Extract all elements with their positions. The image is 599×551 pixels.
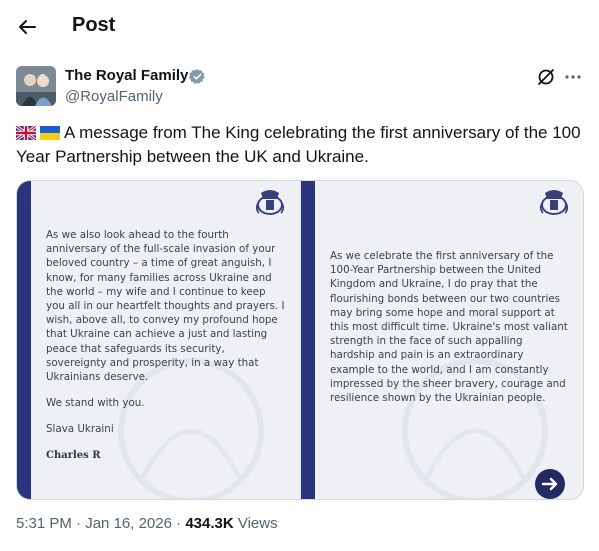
arrow-left-icon [19, 20, 36, 34]
post-meta: 5:31 PM · Jan 16, 2026 · 434.3K Views [16, 515, 278, 532]
more-options-button[interactable] [562, 66, 584, 88]
top-bar: Post [0, 0, 599, 54]
letter-stripe [301, 181, 315, 499]
grok-icon [538, 69, 554, 85]
post-time[interactable]: 5:31 PM [16, 515, 72, 532]
page-title: Post [72, 14, 116, 36]
views-label: Views [237, 515, 278, 532]
uk-flag-icon [16, 126, 36, 140]
letter-text-left: As we also look ahead to the fourth anni… [46, 228, 286, 475]
views-count: 434.3K [185, 515, 234, 532]
letter-paragraph: As we also look ahead to the fourth anni… [46, 229, 285, 384]
tweet-text: A message from The King celebrating the … [16, 121, 588, 169]
arrow-right-icon [541, 477, 558, 491]
meta-separator: · [176, 515, 182, 532]
letter-image-left[interactable]: As we also look ahead to the fourth anni… [17, 181, 299, 499]
letter-signature: Charles R [46, 449, 101, 461]
back-button[interactable] [12, 12, 42, 42]
media-gallery[interactable]: As we also look ahead to the fourth anni… [16, 180, 584, 500]
royal-crest-icon [539, 190, 569, 215]
ukraine-flag-icon [40, 126, 60, 140]
post-date[interactable]: Jan 16, 2026 [85, 515, 172, 532]
verified-badge-icon [189, 69, 205, 84]
more-dots-icon [565, 75, 581, 79]
letter-paragraph: Slava Ukraini [46, 423, 114, 436]
meta-separator: · [76, 515, 82, 532]
author-handle[interactable]: @RoyalFamily [65, 88, 163, 105]
royal-crest-icon [255, 190, 285, 215]
author-name[interactable]: The Royal Family [65, 67, 188, 84]
tweet-body: A message from The King celebrating the … [16, 123, 581, 166]
letter-paragraph: We stand with you. [46, 397, 145, 410]
letter-paragraph: As we celebrate the first anniversary of… [330, 250, 568, 405]
avatar[interactable] [16, 66, 56, 106]
letter-stripe [17, 181, 31, 499]
letter-text-right: As we celebrate the first anniversary of… [330, 249, 568, 417]
grok-button[interactable] [535, 66, 557, 88]
letter-image-right[interactable]: As we celebrate the first anniversary of… [301, 181, 583, 499]
next-image-button[interactable] [535, 469, 565, 499]
